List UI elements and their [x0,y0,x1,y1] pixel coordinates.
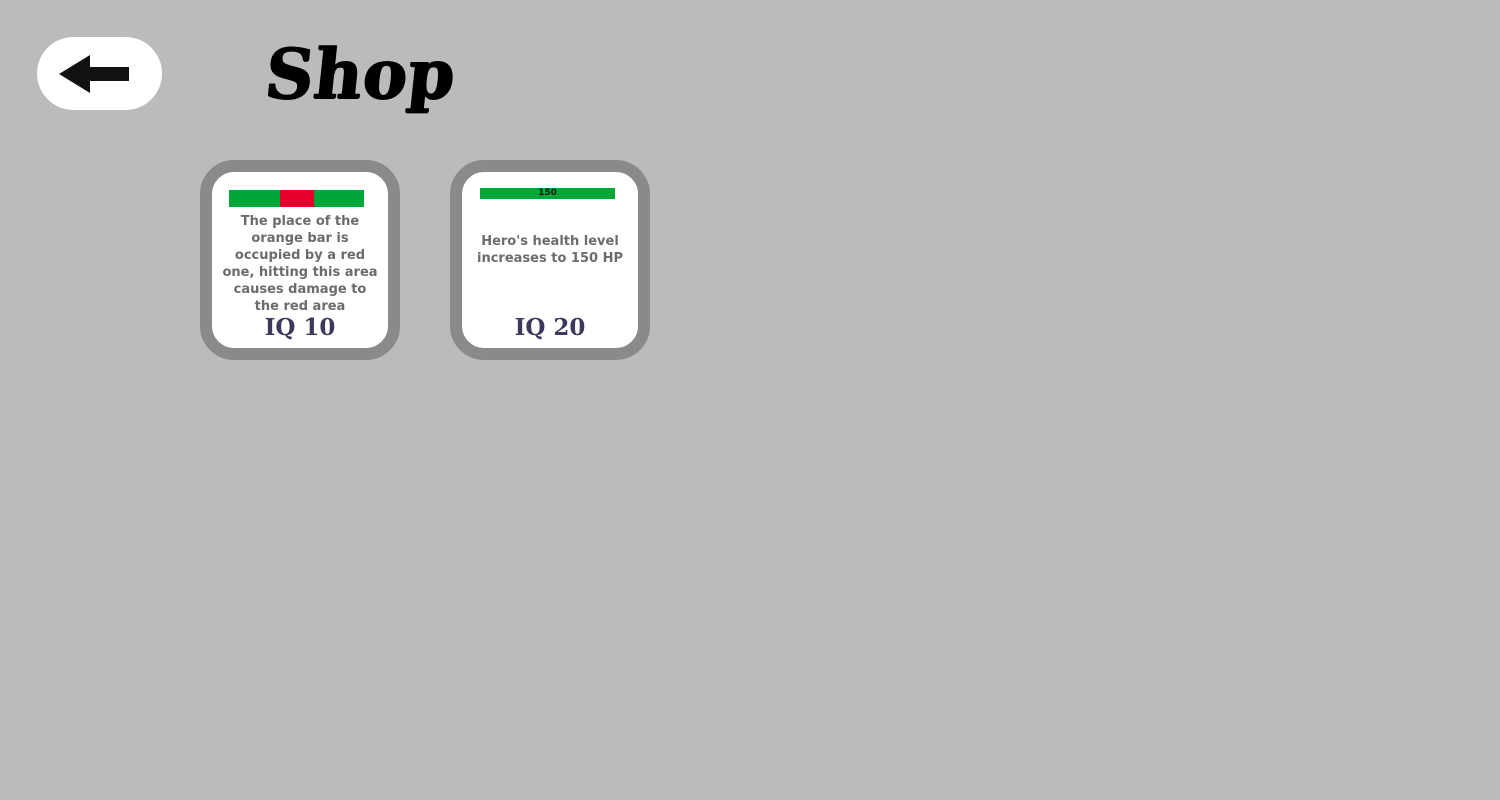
red-zone-segment [280,190,314,207]
item-price: IQ 10 [264,314,336,341]
health-bar-preview: 150 [480,188,615,199]
page-title: Shop [261,33,461,115]
red-zone-bar-preview [229,190,364,207]
arrow-left-icon [59,55,129,93]
item-price: IQ 20 [514,314,586,341]
item-description: The place of the orange bar is occupied … [222,214,378,314]
item-description: Hero's health level increases to 150 HP [477,234,623,266]
shop-item-health-upgrade[interactable]: 150 Hero's health level increases to 150… [450,160,650,360]
back-button[interactable] [37,37,162,110]
shop-item-red-zone[interactable]: The place of the orange bar is occupied … [200,160,400,360]
health-bar-label: 150 [538,188,557,198]
